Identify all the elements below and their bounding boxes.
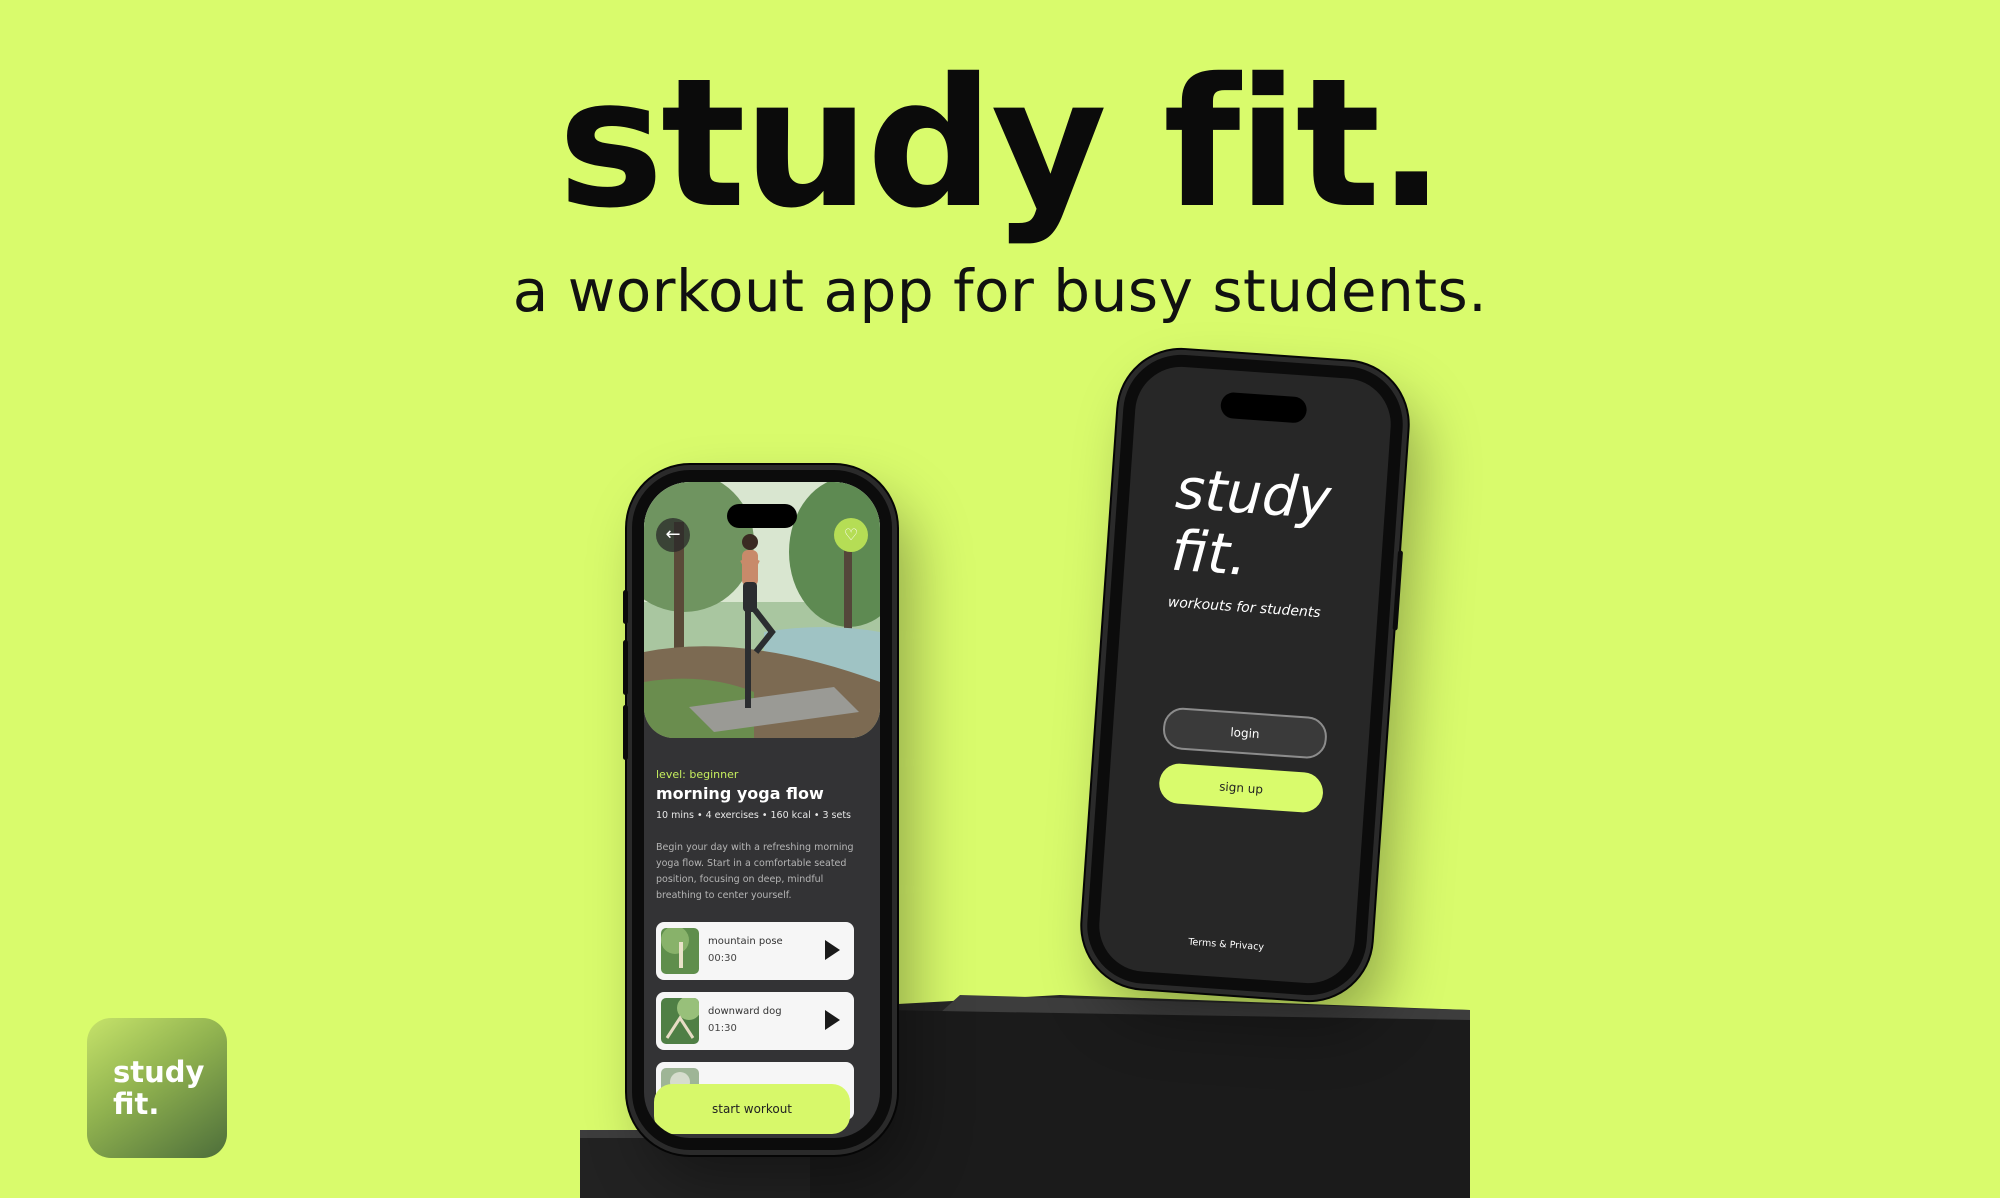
workout-description: Begin your day with a refreshing morning… <box>656 842 854 901</box>
app-icon-line: study <box>113 1055 205 1089</box>
dynamic-island <box>1219 391 1308 424</box>
exercise-thumbnail <box>661 928 699 974</box>
exercise-name: downward dog <box>708 1006 782 1017</box>
workout-meta: 10 mins • 4 exercises • 160 kcal • 3 set… <box>656 810 851 821</box>
login-button[interactable]: login <box>1161 706 1329 760</box>
back-button[interactable]: ← <box>656 518 690 552</box>
login-phone: study fit. workouts for students login s… <box>1083 351 1407 999</box>
phone-side-button <box>623 640 628 695</box>
terms-privacy-link[interactable]: Terms & Privacy <box>1098 930 1354 959</box>
phone-side-button <box>623 590 628 624</box>
play-icon[interactable] <box>825 940 840 960</box>
login-screen: study fit. workouts for students login s… <box>1096 363 1394 987</box>
exercise-name: mountain pose <box>708 936 783 947</box>
dynamic-island <box>727 504 797 528</box>
workout-phone: ← ♡ level: beginner morning yoga flow 10… <box>623 470 892 1150</box>
exercise-card[interactable]: downward dog 01:30 <box>656 992 854 1050</box>
exercise-thumbnail <box>661 998 699 1044</box>
exercise-duration: 01:30 <box>708 1023 737 1034</box>
app-title-line: fit. <box>1169 518 1250 589</box>
app-icon-label: study fit. <box>113 1056 204 1120</box>
sign-up-button[interactable]: sign up <box>1157 762 1325 814</box>
app-title: study fit. <box>1169 457 1333 594</box>
workout-title: morning yoga flow <box>656 784 824 803</box>
exercise-card[interactable]: mountain pose 00:30 <box>656 922 854 980</box>
phone-side-button <box>623 705 628 760</box>
favorite-button[interactable]: ♡ <box>834 518 868 552</box>
exercise-duration: 00:30 <box>708 953 737 964</box>
app-tagline: workouts for students <box>1167 594 1322 622</box>
pedestal-block <box>580 995 1470 1198</box>
app-icon: study fit. <box>87 1018 227 1158</box>
start-workout-button[interactable]: start workout <box>654 1084 850 1134</box>
workout-screen: ← ♡ level: beginner morning yoga flow 10… <box>644 482 880 1138</box>
play-icon[interactable] <box>825 1010 840 1030</box>
difficulty-level: level: beginner <box>656 768 739 781</box>
heart-icon: ♡ <box>843 525 859 544</box>
arrow-left-icon: ← <box>665 524 681 545</box>
app-icon-line: fit. <box>113 1087 160 1121</box>
